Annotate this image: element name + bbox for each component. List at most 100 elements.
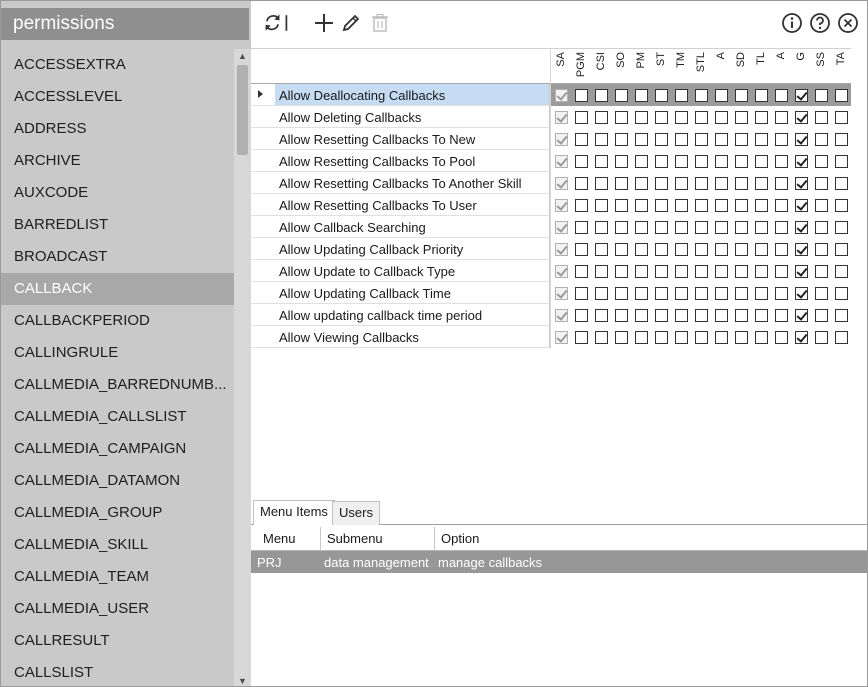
table-row[interactable]: Allow Resetting Callbacks To Another Ski… [251,172,851,194]
permission-checkbox[interactable] [815,177,828,190]
permission-checkbox[interactable] [735,287,748,300]
list-item[interactable]: CALLMEDIA_BARREDNUMB... [1,369,234,401]
permission-checkbox[interactable] [635,287,648,300]
column-header[interactable]: STL [692,49,712,83]
permission-checkbox[interactable] [595,177,608,190]
permission-checkbox[interactable] [675,133,688,146]
table-row[interactable]: Allow Deallocating Callbacks [251,84,851,106]
permission-checkbox[interactable] [815,265,828,278]
table-row[interactable]: Allow Resetting Callbacks To User [251,194,851,216]
permission-checkbox[interactable] [715,243,728,256]
permission-checkbox[interactable] [595,199,608,212]
column-header[interactable]: A [772,49,792,83]
refresh-button[interactable] [263,10,289,36]
column-header[interactable]: ST [652,49,672,83]
column-header[interactable]: TM [672,49,692,83]
permission-checkbox[interactable] [695,309,708,322]
permission-checkbox[interactable] [615,89,628,102]
permission-checkbox[interactable] [815,221,828,234]
permission-checkbox[interactable] [775,243,788,256]
permission-checkbox[interactable] [675,265,688,278]
table-row[interactable]: Allow Callback Searching [251,216,851,238]
permission-checkbox[interactable] [575,265,588,278]
permission-checkbox[interactable] [575,221,588,234]
permission-checkbox[interactable] [655,199,668,212]
permission-checkbox[interactable] [595,265,608,278]
permission-checkbox[interactable] [795,199,808,212]
permission-checkbox[interactable] [715,331,728,344]
permission-checkbox[interactable] [735,89,748,102]
permission-checkbox[interactable] [575,111,588,124]
permission-checkbox[interactable] [755,155,768,168]
left-scrollbar[interactable]: ▲ ▼ [234,49,251,686]
column-header[interactable]: Menu [257,527,321,551]
permission-checkbox[interactable] [675,287,688,300]
permission-checkbox[interactable] [635,221,648,234]
permission-checkbox[interactable] [615,111,628,124]
permission-checkbox[interactable] [775,89,788,102]
permission-checkbox[interactable] [835,177,848,190]
permission-checkbox[interactable] [695,177,708,190]
table-row[interactable]: PRJ data management manage callbacks [251,551,867,573]
permission-checkbox[interactable] [615,199,628,212]
permission-checkbox[interactable] [695,133,708,146]
permission-checkbox[interactable] [655,287,668,300]
permission-checkbox[interactable] [615,221,628,234]
permission-checkbox[interactable] [595,331,608,344]
permission-checkbox[interactable] [755,243,768,256]
permission-checkbox[interactable] [795,331,808,344]
permission-checkbox[interactable] [575,287,588,300]
permission-checkbox[interactable] [755,133,768,146]
permission-checkbox[interactable] [775,265,788,278]
close-button[interactable] [835,10,861,36]
permission-checkbox[interactable] [795,133,808,146]
permission-checkbox[interactable] [715,133,728,146]
permission-checkbox[interactable] [735,155,748,168]
permission-checkbox[interactable] [775,331,788,344]
permission-checkbox[interactable] [595,221,608,234]
permission-checkbox[interactable] [755,221,768,234]
tab-menu-items[interactable]: Menu Items [253,500,335,525]
permission-checkbox[interactable] [775,221,788,234]
list-item[interactable]: BROADCAST [1,241,234,273]
list-item[interactable]: ARCHIVE [1,145,234,177]
permission-checkbox[interactable] [835,243,848,256]
permission-checkbox[interactable] [715,199,728,212]
column-header[interactable]: Submenu [321,527,435,551]
list-item[interactable]: CALLBACK [1,273,234,305]
permission-checkbox[interactable] [675,331,688,344]
column-header[interactable]: SS [812,49,832,83]
permission-checkbox[interactable] [635,265,648,278]
table-row[interactable]: Allow Resetting Callbacks To Pool [251,150,851,172]
permission-checkbox[interactable] [655,331,668,344]
permission-checkbox[interactable] [695,221,708,234]
column-header[interactable]: SO [612,49,632,83]
permission-checkbox[interactable] [775,155,788,168]
permission-checkbox[interactable] [575,199,588,212]
list-item[interactable]: CALLMEDIA_USER [1,593,234,625]
permission-checkbox[interactable] [615,243,628,256]
permission-checkbox[interactable] [695,243,708,256]
permission-checkbox[interactable] [655,221,668,234]
list-item[interactable]: CALLMEDIA_DATAMON [1,465,234,497]
help-button[interactable] [807,10,833,36]
row-header[interactable] [251,238,275,260]
row-header[interactable] [251,216,275,238]
permission-checkbox[interactable] [655,177,668,190]
permission-checkbox[interactable] [715,221,728,234]
permission-checkbox[interactable] [695,199,708,212]
permission-checkbox[interactable] [635,199,648,212]
permission-checkbox[interactable] [575,177,588,190]
permission-checkbox[interactable] [675,111,688,124]
permission-checkbox[interactable] [575,89,588,102]
permission-checkbox[interactable] [635,177,648,190]
permission-checkbox[interactable] [835,331,848,344]
permission-checkbox[interactable] [575,243,588,256]
permission-checkbox[interactable] [655,155,668,168]
permission-checkbox[interactable] [575,133,588,146]
permission-checkbox[interactable] [835,287,848,300]
permission-checkbox[interactable] [675,177,688,190]
permission-checkbox[interactable] [775,287,788,300]
column-header[interactable]: SD [732,49,752,83]
permission-checkbox[interactable] [575,155,588,168]
